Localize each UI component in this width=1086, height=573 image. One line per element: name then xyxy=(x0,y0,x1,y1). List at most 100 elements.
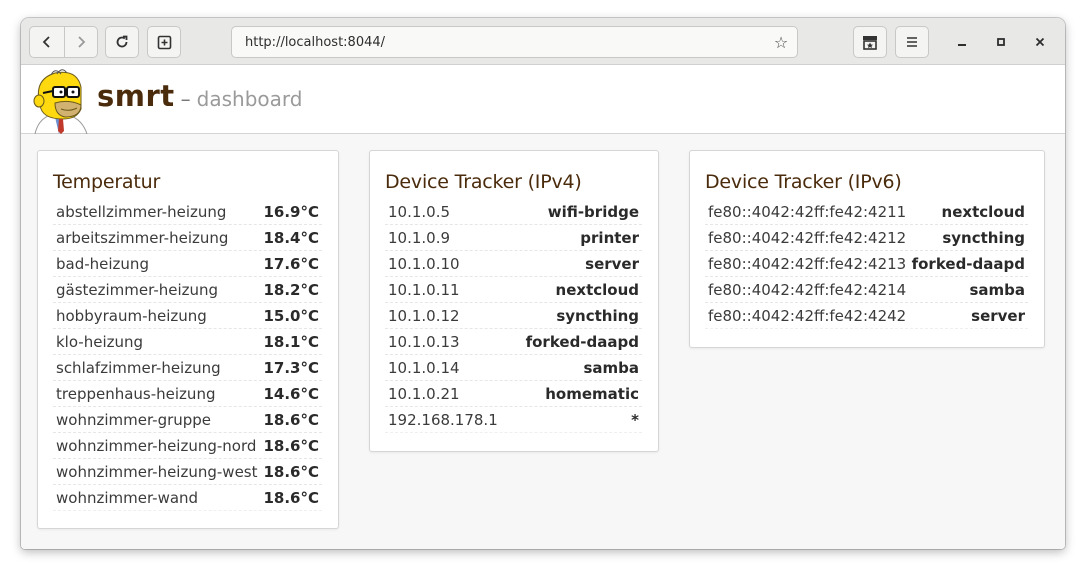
card-title: Device Tracker (IPv4) xyxy=(385,171,582,193)
temperature-row-value: 18.1°C xyxy=(263,332,319,351)
ipv4-row-value: samba xyxy=(583,358,639,377)
temperature-row: wohnzimmer-wand 18.6°C xyxy=(53,485,322,511)
ipv6-row-label: fe80::4042:42ff:fe42:4242 xyxy=(708,306,907,325)
ipv4-row-label: 10.1.0.9 xyxy=(388,228,451,247)
card-title: Temperatur xyxy=(53,171,161,193)
ipv4-row-value: syncthing xyxy=(556,306,639,325)
forward-button[interactable] xyxy=(63,27,98,57)
temperature-row-value: 18.4°C xyxy=(263,228,319,247)
ipv4-row-value: printer xyxy=(580,228,639,247)
ipv4-row-label: 10.1.0.10 xyxy=(388,254,460,273)
ipv4-row-label: 10.1.0.12 xyxy=(388,306,460,325)
ipv6-row-label: fe80::4042:42ff:fe42:4213 xyxy=(708,254,907,273)
dashboard-content: Temperatur abstellzimmer-heizung 16.9°C ar… xyxy=(21,135,1065,549)
close-button[interactable] xyxy=(1031,33,1049,51)
ipv4-row-label: 10.1.0.5 xyxy=(388,202,451,221)
temperature-row-value: 18.6°C xyxy=(263,462,319,481)
temperature-row: hobbyraum-heizung 15.0°C xyxy=(53,303,322,329)
maximize-button[interactable] xyxy=(992,33,1010,51)
temperature-row-label: klo-heizung xyxy=(56,332,144,351)
ipv4-row: 10.1.0.10 server xyxy=(385,251,642,277)
temperature-row-label: gästezimmer-heizung xyxy=(56,280,219,299)
temperature-row-label: hobbyraum-heizung xyxy=(56,306,207,325)
avatar xyxy=(33,69,88,134)
menu-button[interactable] xyxy=(895,26,929,58)
temperature-row: wohnzimmer-heizung-west 18.6°C xyxy=(53,459,322,485)
temperature-row-value: 18.6°C xyxy=(263,436,319,455)
ipv4-row-value: homematic xyxy=(545,384,639,403)
ipv4-row: 10.1.0.11 nextcloud xyxy=(385,277,642,303)
ipv4-row: 10.1.0.13 forked-daapd xyxy=(385,329,642,355)
temperature-row: treppenhaus-heizung 14.6°C xyxy=(53,381,322,407)
app-name[interactable]: smrt xyxy=(97,79,175,113)
temperature-row-value: 14.6°C xyxy=(263,384,319,403)
maximize-icon xyxy=(997,38,1005,46)
temperature-row: wohnzimmer-gruppe 18.6°C xyxy=(53,407,322,433)
url-text[interactable]: http://localhost:8044/ xyxy=(245,35,765,50)
card-title: Device Tracker (IPv6) xyxy=(705,171,902,193)
temperature-row-label: wohnzimmer-heizung-west xyxy=(56,462,258,481)
ipv6-row-value: nextcloud xyxy=(941,202,1025,221)
ipv6-row: fe80::4042:42ff:fe42:4212 syncthing xyxy=(705,225,1028,251)
ipv4-row-value: wifi-bridge xyxy=(547,202,639,221)
ipv4-device-list: 10.1.0.5 wifi-bridge 10.1.0.9 printer 10.1.0… xyxy=(385,199,642,433)
temperature-list: abstellzimmer-heizung 16.9°C arbeitszimmer… xyxy=(53,199,322,511)
temperature-row-label: wohnzimmer-heizung-nord xyxy=(56,436,257,455)
ipv6-row: fe80::4042:42ff:fe42:4242 server xyxy=(705,303,1028,329)
ipv4-row: 192.168.178.1 * xyxy=(385,407,642,433)
library-button[interactable] xyxy=(853,26,887,58)
ipv4-row-label: 10.1.0.21 xyxy=(388,384,460,403)
page-title: dashboard xyxy=(196,87,303,111)
navigation-buttons xyxy=(29,26,98,58)
ipv6-device-list: fe80::4042:42ff:fe42:4211 nextcloud fe80::… xyxy=(705,199,1028,329)
arrow-left-icon xyxy=(42,36,50,48)
temperature-row-label: wohnzimmer-wand xyxy=(56,488,199,507)
ipv6-row: fe80::4042:42ff:fe42:4211 nextcloud xyxy=(705,199,1028,225)
ipv6-row-label: fe80::4042:42ff:fe42:4212 xyxy=(708,228,907,247)
arrow-right-icon xyxy=(78,36,86,48)
reload-button[interactable] xyxy=(105,26,139,58)
hamburger-menu-icon xyxy=(907,37,917,47)
ipv6-row-label: fe80::4042:42ff:fe42:4211 xyxy=(708,202,907,221)
ipv4-row-label: 10.1.0.14 xyxy=(388,358,460,377)
minimize-button[interactable] xyxy=(953,33,971,51)
ipv6-tracker-card: Device Tracker (IPv6) fe80::4042:42ff:fe… xyxy=(689,150,1045,348)
ipv4-row-value: server xyxy=(585,254,639,273)
brand: smrt – dashboard xyxy=(97,79,302,113)
ipv4-tracker-card: Device Tracker (IPv4) 10.1.0.5 wifi-bridg… xyxy=(369,150,659,452)
temperature-row-label: treppenhaus-heizung xyxy=(56,384,216,403)
temperature-row: schlafzimmer-heizung 17.3°C xyxy=(53,355,322,381)
temperature-row: gästezimmer-heizung 18.2°C xyxy=(53,277,322,303)
temperature-row-value: 18.6°C xyxy=(263,410,319,429)
ipv6-row-value: server xyxy=(971,306,1025,325)
ipv4-row: 10.1.0.14 samba xyxy=(385,355,642,381)
temperature-row: bad-heizung 17.6°C xyxy=(53,251,322,277)
ipv4-row-value: nextcloud xyxy=(555,280,639,299)
minimize-icon xyxy=(958,44,966,46)
temperature-row: abstellzimmer-heizung 16.9°C xyxy=(53,199,322,225)
reload-icon xyxy=(116,35,128,48)
title-separator: – xyxy=(180,87,191,111)
ipv4-row: 10.1.0.12 syncthing xyxy=(385,303,642,329)
temperature-row-value: 17.6°C xyxy=(263,254,319,273)
ipv4-row: 10.1.0.5 wifi-bridge xyxy=(385,199,642,225)
page-header: smrt – dashboard xyxy=(21,65,1065,134)
new-tab-button[interactable] xyxy=(147,26,181,58)
temperature-row-label: schlafzimmer-heizung xyxy=(56,358,221,377)
temperature-row: arbeitszimmer-heizung 18.4°C xyxy=(53,225,322,251)
ipv4-row: 10.1.0.9 printer xyxy=(385,225,642,251)
ipv4-row-label: 192.168.178.1 xyxy=(388,410,498,429)
ipv4-row: 10.1.0.21 homematic xyxy=(385,381,642,407)
browser-toolbar: http://localhost:8044/ ☆ xyxy=(21,18,1065,65)
back-button[interactable] xyxy=(30,27,64,57)
ipv4-row-value: forked-daapd xyxy=(525,332,639,351)
temperature-row-value: 15.0°C xyxy=(263,306,319,325)
ipv6-row-label: fe80::4042:42ff:fe42:4214 xyxy=(708,280,907,299)
url-bar[interactable]: http://localhost:8044/ ☆ xyxy=(231,26,798,58)
ipv6-row-value: syncthing xyxy=(942,228,1025,247)
ipv6-row: fe80::4042:42ff:fe42:4213 forked-daapd xyxy=(705,251,1028,277)
ipv4-row-label: 10.1.0.13 xyxy=(388,332,460,351)
star-icon[interactable]: ☆ xyxy=(765,33,797,52)
ipv6-row-value: samba xyxy=(969,280,1025,299)
temperature-row-value: 17.3°C xyxy=(263,358,319,377)
